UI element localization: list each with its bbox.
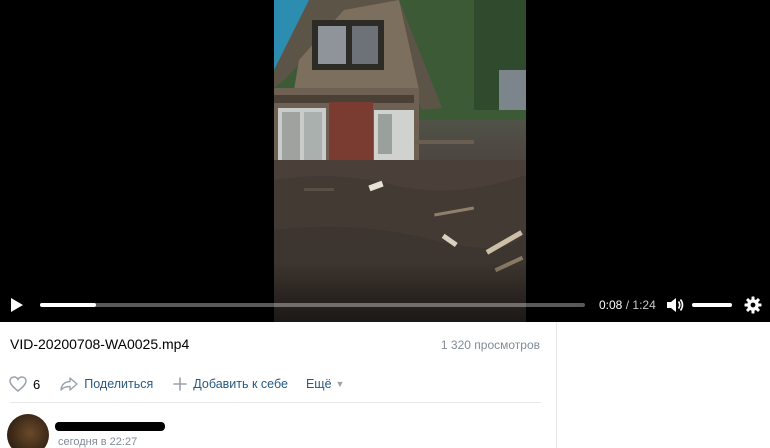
share-button[interactable]: Поделиться — [60, 377, 153, 391]
avatar[interactable] — [7, 414, 49, 448]
time-separator: / — [625, 298, 630, 312]
comment-date: сегодня в 22:27 — [58, 436, 138, 448]
volume-slider[interactable] — [692, 303, 732, 307]
like-button[interactable]: 6 — [9, 376, 40, 392]
share-label: Поделиться — [84, 377, 154, 391]
more-label: Ещё — [305, 377, 332, 391]
heart-icon — [9, 376, 27, 392]
chevron-down-icon: ▼ — [335, 379, 345, 389]
progress-bar[interactable] — [40, 303, 585, 307]
current-time: 0:08 — [599, 298, 623, 312]
add-to-my-videos-button[interactable]: Добавить к себе — [173, 377, 288, 391]
like-count: 6 — [33, 376, 41, 392]
more-button[interactable]: Ещё ▼ — [306, 377, 345, 391]
plus-icon — [173, 377, 188, 391]
duration: 1:24 — [632, 298, 656, 312]
add-label: Добавить к себе — [193, 377, 288, 391]
controls-overlay — [0, 262, 770, 322]
volume-fill — [692, 303, 732, 307]
gear-icon[interactable] — [744, 296, 762, 314]
action-bar: 6 Поделиться Добавить к себе Ещё ▼ — [9, 374, 344, 394]
redacted-author-name — [55, 422, 165, 431]
share-icon — [60, 377, 78, 391]
time-display: 0:08 / 1:24 — [599, 298, 656, 312]
side-panel — [556, 322, 770, 448]
video-info-panel: VID-20200708-WA0025.mp4 1 320 просмотров… — [0, 322, 556, 448]
video-title: VID-20200708-WA0025.mp4 — [10, 336, 190, 352]
volume-icon[interactable] — [666, 297, 684, 313]
play-icon[interactable] — [9, 296, 25, 314]
divider — [10, 402, 541, 403]
progress-fill — [40, 303, 97, 307]
view-count: 1 320 просмотров — [440, 338, 540, 352]
video-player[interactable]: 0:08 / 1:24 — [0, 0, 770, 322]
